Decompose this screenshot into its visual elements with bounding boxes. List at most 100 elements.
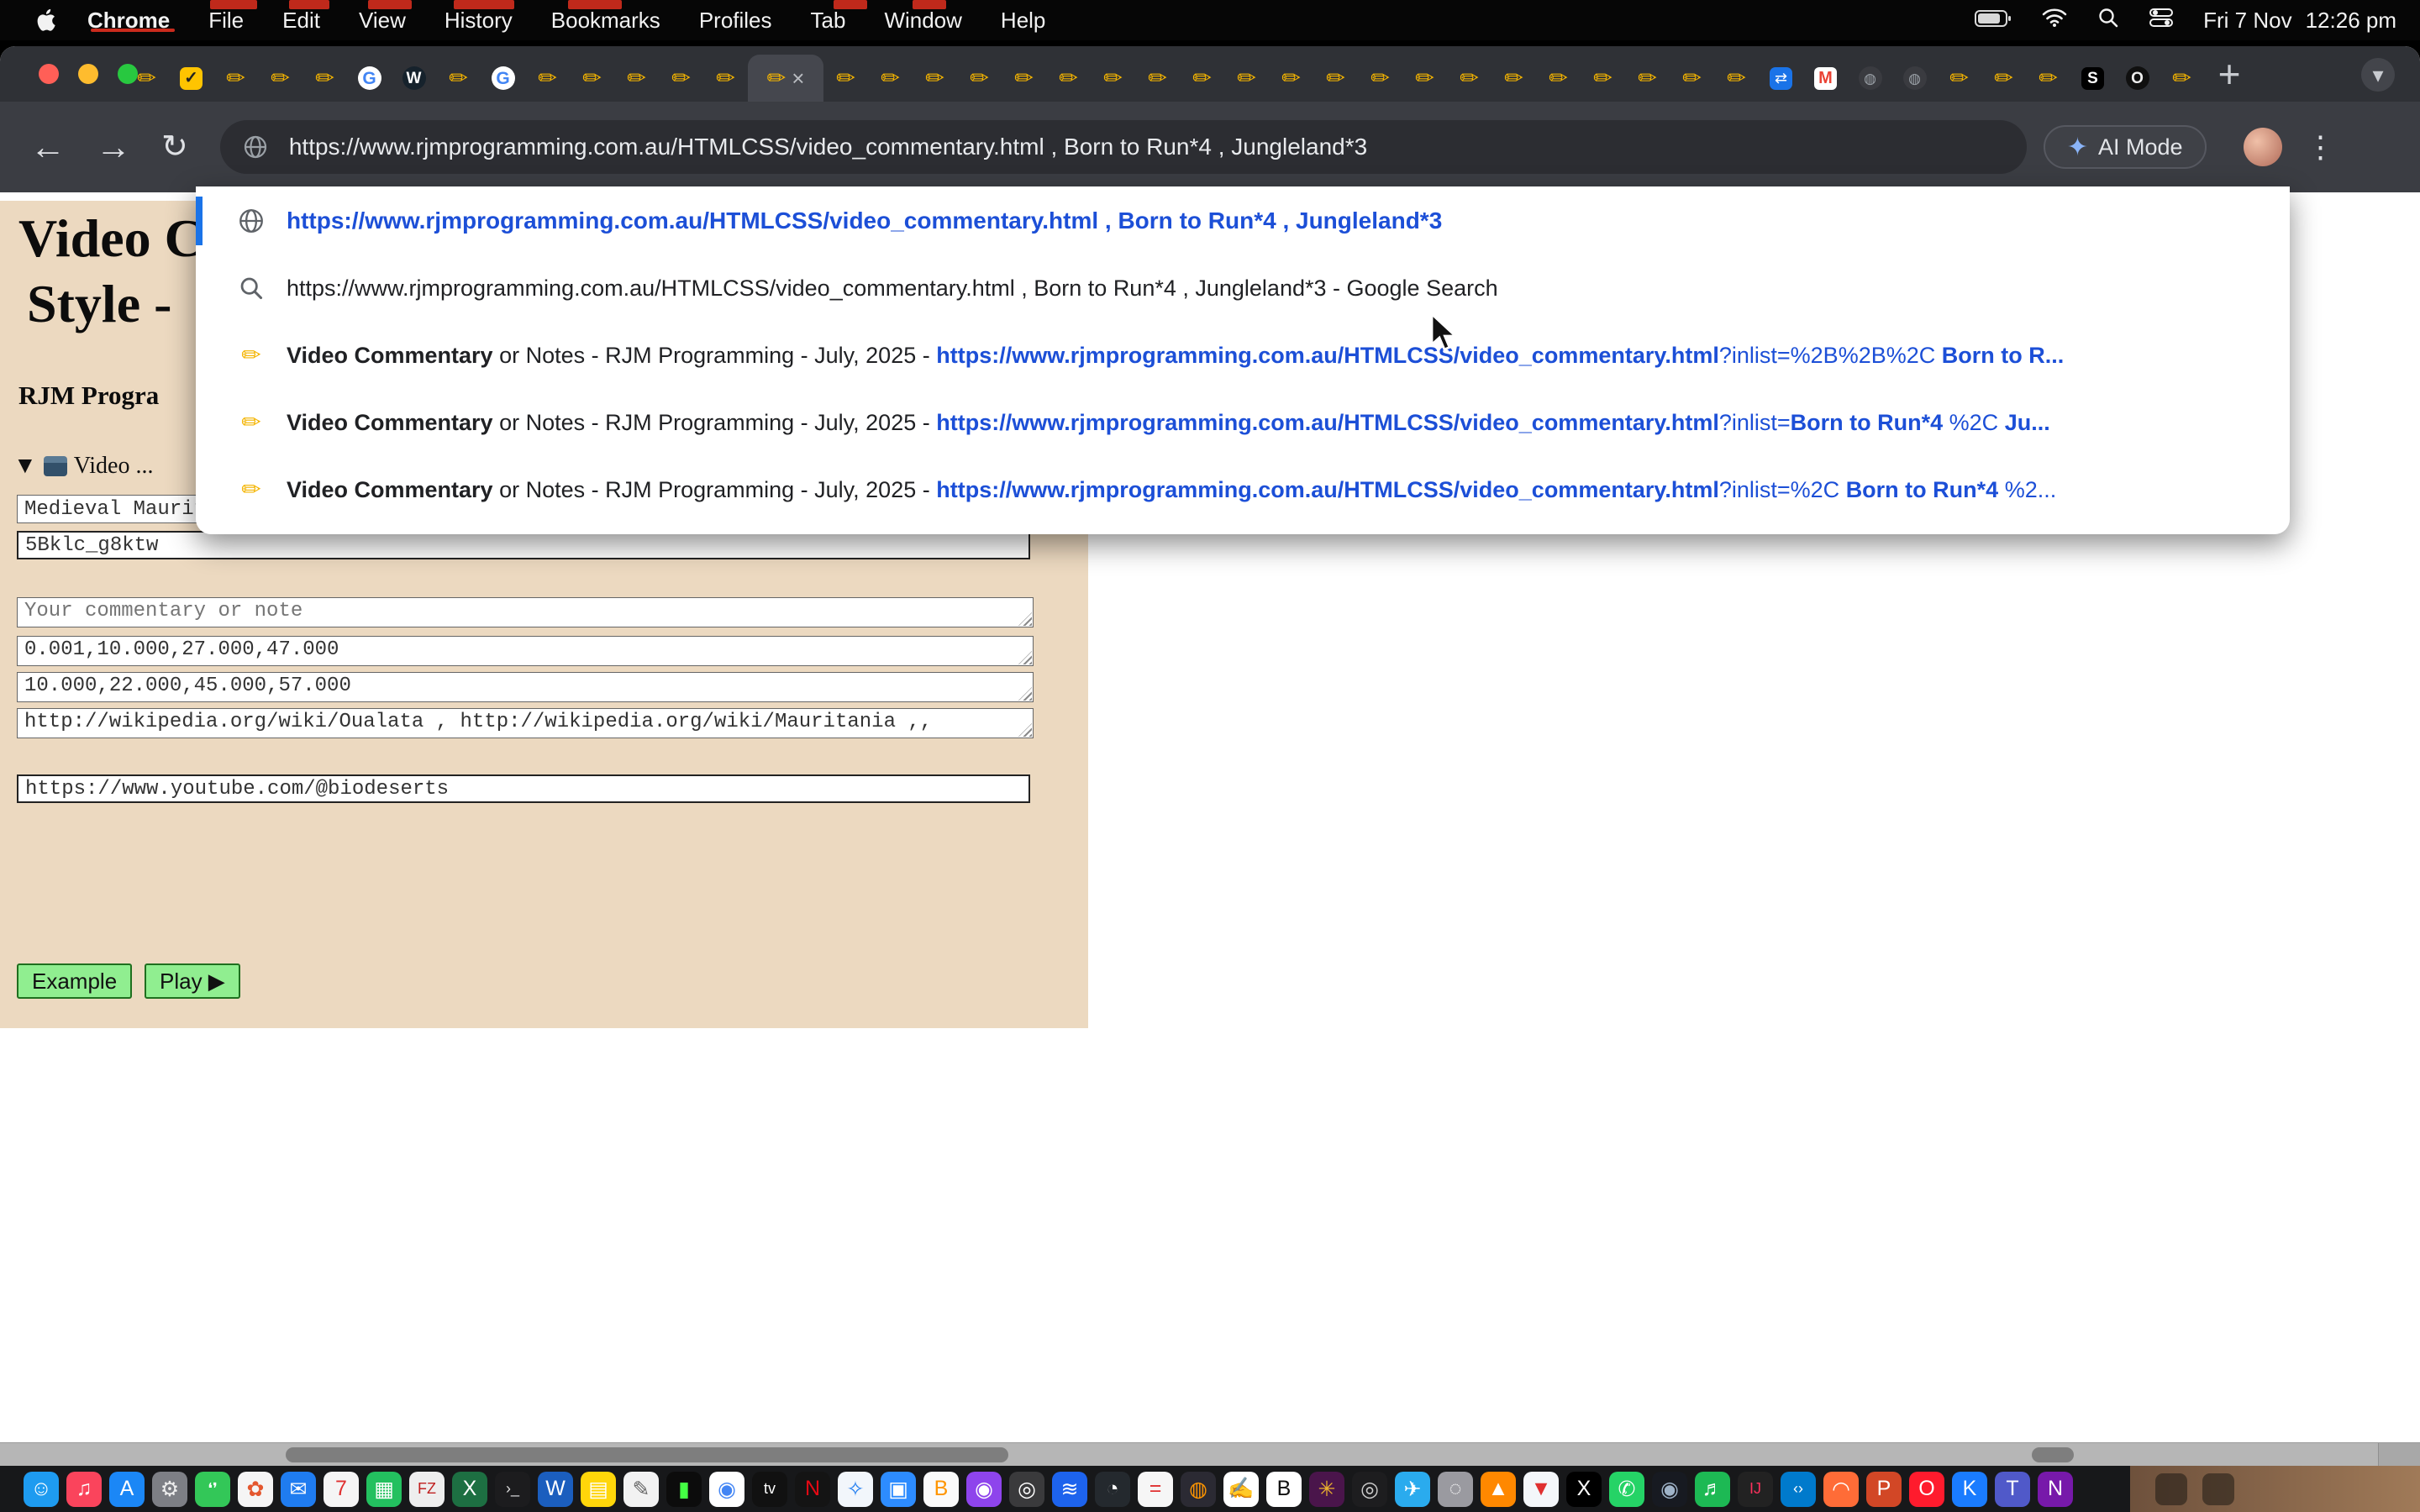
- dock-iterm-icon[interactable]: ▮: [666, 1472, 702, 1507]
- browser-tab[interactable]: G: [481, 55, 525, 102]
- dock-preview-icon[interactable]: ◌: [1438, 1472, 1473, 1507]
- forward-button[interactable]: →: [96, 129, 131, 165]
- wifi-icon[interactable]: [2042, 8, 2067, 34]
- battery-icon[interactable]: [1975, 8, 2012, 34]
- dock-books-icon[interactable]: B: [923, 1472, 959, 1507]
- dock-messages-icon[interactable]: ❛❜: [195, 1472, 230, 1507]
- suggestion-row[interactable]: https://www.rjmprogramming.com.au/HTMLCS…: [196, 262, 2290, 314]
- menu-item-file[interactable]: File: [208, 8, 244, 34]
- menu-item-history[interactable]: History: [445, 8, 513, 34]
- browser-tab[interactable]: ◍: [1892, 55, 1937, 102]
- dock-github-icon[interactable]: ◔: [1095, 1472, 1130, 1507]
- browser-menu-icon[interactable]: ⋮: [2306, 129, 2336, 165]
- dock-music-icon[interactable]: ♫: [66, 1472, 102, 1507]
- tab-search-button[interactable]: ▾: [2361, 58, 2395, 92]
- dock-intellij-icon[interactable]: IJ: [1738, 1472, 1773, 1507]
- dock-teams-icon[interactable]: T: [1995, 1472, 2030, 1507]
- apple-menu-icon[interactable]: [35, 8, 57, 33]
- dock-onenote-icon[interactable]: N: [2038, 1472, 2073, 1507]
- browser-tab[interactable]: ✏: [570, 55, 614, 102]
- address-bar-url[interactable]: https://www.rjmprogramming.com.au/HTMLCS…: [289, 134, 1367, 160]
- browser-tab[interactable]: ✏: [823, 55, 868, 102]
- dock-obs-icon[interactable]: ◎: [1352, 1472, 1387, 1507]
- browser-tab[interactable]: ✏: [1180, 55, 1224, 102]
- browser-tab[interactable]: ✏: [124, 55, 169, 102]
- browser-tab[interactable]: ✏: [1491, 55, 1536, 102]
- window-minimize-button[interactable]: [78, 64, 98, 84]
- dock-terminal-icon[interactable]: ›_: [495, 1472, 530, 1507]
- dock-telegram-icon[interactable]: ✈: [1395, 1472, 1430, 1507]
- browser-tab[interactable]: ✏×: [748, 55, 823, 102]
- browser-tab[interactable]: ✏: [1358, 55, 1402, 102]
- video-details-summary[interactable]: ▼ Video ...: [13, 453, 153, 480]
- browser-tab[interactable]: ✏: [436, 55, 481, 102]
- browser-tab[interactable]: ✏: [957, 55, 1002, 102]
- spotlight-search-icon[interactable]: [2097, 7, 2119, 34]
- dock-zoom-icon[interactable]: ▣: [881, 1472, 916, 1507]
- browser-tab[interactable]: ✏: [1091, 55, 1135, 102]
- start-times-textarea[interactable]: 0.001,10.000,27.000,47.000: [17, 636, 1034, 666]
- window-close-button[interactable]: [39, 64, 59, 84]
- new-tab-button[interactable]: +: [2208, 53, 2250, 95]
- browser-tab[interactable]: ✏: [258, 55, 302, 102]
- dock-whatsapp-icon[interactable]: ✆: [1609, 1472, 1644, 1507]
- control-center-icon[interactable]: [2149, 8, 2173, 34]
- menu-item-tab[interactable]: Tab: [811, 8, 846, 34]
- dock-photo-booth-icon[interactable]: ◎: [1009, 1472, 1044, 1507]
- dock-vscode-icon[interactable]: ‹›: [1781, 1472, 1816, 1507]
- browser-tab[interactable]: ✏: [2026, 55, 2070, 102]
- dock-spotify-icon[interactable]: ♬: [1695, 1472, 1730, 1507]
- tab-close-icon[interactable]: ×: [792, 67, 804, 89]
- dock-photos-icon[interactable]: ✿: [238, 1472, 273, 1507]
- dock-bear-icon[interactable]: B: [1266, 1472, 1302, 1507]
- ai-mode-button[interactable]: ✦ AI Mode: [2044, 125, 2207, 169]
- dock-opera-icon[interactable]: O: [1909, 1472, 1944, 1507]
- dock-powerpoint-icon[interactable]: P: [1866, 1472, 1902, 1507]
- browser-tab[interactable]: ◍: [1848, 55, 1892, 102]
- browser-tab[interactable]: ✏: [1269, 55, 1313, 102]
- browser-tab[interactable]: ✏: [913, 55, 957, 102]
- dock-apple-tv-icon[interactable]: tv: [752, 1472, 787, 1507]
- browser-tab[interactable]: ✏: [1002, 55, 1046, 102]
- browser-tab[interactable]: ✏: [1581, 55, 1625, 102]
- dock-keynote-icon[interactable]: K: [1952, 1472, 1987, 1507]
- dock-steam-icon[interactable]: ◉: [1652, 1472, 1687, 1507]
- browser-tab[interactable]: ✏: [1670, 55, 1714, 102]
- browser-tab[interactable]: S: [2070, 55, 2115, 102]
- menu-item-profiles[interactable]: Profiles: [699, 8, 772, 34]
- dock-netflix-icon[interactable]: N: [795, 1472, 830, 1507]
- browser-tab[interactable]: ✏: [1625, 55, 1670, 102]
- horizontal-scrollbar[interactable]: [0, 1442, 2420, 1466]
- suggestion-row[interactable]: ✏ Video Commentary or Notes - RJM Progra…: [196, 329, 2290, 381]
- dock-app-store-icon[interactable]: A: [109, 1472, 145, 1507]
- trash-icon[interactable]: [2202, 1473, 2234, 1505]
- suggestion-row[interactable]: ✏ Video Commentary or Notes - RJM Progra…: [196, 464, 2290, 516]
- browser-tab[interactable]: ✏: [1981, 55, 2026, 102]
- suggestion-row[interactable]: https://www.rjmprogramming.com.au/HTMLCS…: [196, 195, 2290, 247]
- dock-postman-icon[interactable]: ◠: [1823, 1472, 1859, 1507]
- dock-safari-icon[interactable]: ✧: [838, 1472, 873, 1507]
- dock-numbers-icon[interactable]: ▦: [366, 1472, 402, 1507]
- browser-tab[interactable]: ✓: [169, 55, 213, 102]
- menu-item-edit[interactable]: Edit: [282, 8, 320, 34]
- dock-word-icon[interactable]: W: [538, 1472, 573, 1507]
- example-button[interactable]: Example: [17, 963, 132, 999]
- browser-tab[interactable]: ✏: [614, 55, 659, 102]
- dock-mail-icon[interactable]: ✉: [281, 1472, 316, 1507]
- dock-notes-icon[interactable]: ▤: [581, 1472, 616, 1507]
- dock-calculator-icon[interactable]: =: [1138, 1472, 1173, 1507]
- links-textarea[interactable]: http://wikipedia.org/wiki/Oualata , http…: [17, 708, 1034, 738]
- browser-tab[interactable]: ⇄: [1759, 55, 1803, 102]
- menu-item-bookmarks[interactable]: Bookmarks: [551, 8, 660, 34]
- menu-item-window[interactable]: Window: [884, 8, 961, 34]
- browser-tab[interactable]: ✏: [659, 55, 703, 102]
- browser-tab[interactable]: ✏: [1046, 55, 1091, 102]
- channel-url-input[interactable]: [17, 774, 1030, 803]
- end-times-textarea[interactable]: 10.000,22.000,45.000,57.000: [17, 672, 1034, 702]
- browser-tab[interactable]: ✏: [1447, 55, 1491, 102]
- dock-settings-icon[interactable]: ⚙: [152, 1472, 187, 1507]
- dock-podcasts-icon[interactable]: ◉: [966, 1472, 1002, 1507]
- browser-tab[interactable]: ✏: [525, 55, 570, 102]
- commentary-textarea[interactable]: [17, 597, 1034, 627]
- suggestion-row[interactable]: ✏ Video Commentary or Notes - RJM Progra…: [196, 396, 2290, 449]
